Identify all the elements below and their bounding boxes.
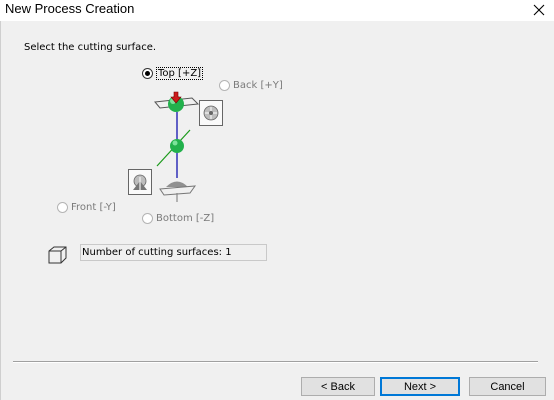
cancel-button[interactable]: Cancel	[469, 377, 546, 396]
radio-front-circle[interactable]	[57, 202, 68, 213]
cube-icon	[48, 246, 67, 264]
cutting-surface-count-field: Number of cutting surfaces: 1	[80, 244, 267, 261]
radio-bottom-circle[interactable]	[142, 213, 153, 224]
radio-top[interactable]: Top [+Z]	[142, 67, 204, 80]
radio-bottom[interactable]: Bottom [-Z]	[142, 213, 214, 224]
close-button[interactable]	[524, 0, 554, 20]
radio-front-label: Front [-Y]	[71, 202, 116, 213]
radio-back-circle[interactable]	[219, 80, 230, 91]
center-sphere-icon	[170, 139, 184, 153]
instruction-text: Select the cutting surface.	[24, 42, 157, 53]
footer-separator	[13, 361, 538, 363]
radio-top-circle[interactable]	[142, 68, 153, 79]
front-view-button[interactable]	[128, 169, 152, 195]
top-plane	[154, 97, 200, 109]
y-axis-line	[156, 129, 191, 167]
back-view-icon	[203, 105, 219, 121]
title-bar: New Process Creation	[0, 0, 554, 21]
radio-front[interactable]: Front [-Y]	[57, 202, 116, 213]
radio-bottom-label: Bottom [-Z]	[156, 213, 215, 224]
surface-diagram	[154, 91, 200, 202]
radio-back-label: Back [+Y]	[233, 80, 283, 91]
bottom-cap-icon	[159, 181, 197, 202]
radio-top-label: Top [+Z]	[156, 67, 204, 80]
top-sphere-icon	[168, 91, 184, 112]
window-title: New Process Creation	[5, 1, 135, 16]
window-edge	[0, 21, 1, 400]
radio-back[interactable]: Back [+Y]	[219, 80, 283, 91]
next-button[interactable]: Next >	[380, 377, 460, 396]
back-button[interactable]: < Back	[301, 377, 375, 396]
front-view-icon	[133, 174, 147, 190]
close-icon	[533, 4, 545, 16]
back-view-button[interactable]	[199, 100, 223, 126]
